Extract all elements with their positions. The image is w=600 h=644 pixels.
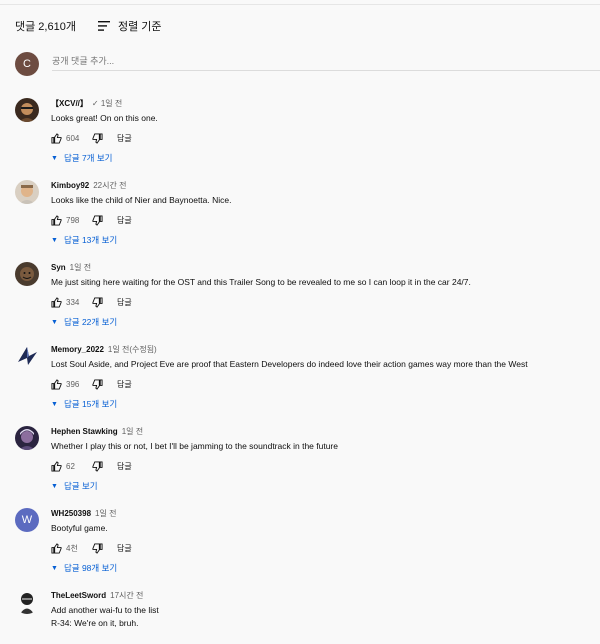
comment-author[interactable]: Syn: [51, 263, 66, 272]
avatar[interactable]: [15, 98, 39, 122]
sort-label: 정렬 기준: [117, 21, 162, 33]
view-replies-button[interactable]: ▼ 답글 보기: [51, 479, 600, 493]
thumbs-up-icon[interactable]: [51, 460, 62, 472]
sort-icon: [97, 21, 110, 31]
avatar[interactable]: [15, 344, 39, 368]
avatar[interactable]: [15, 426, 39, 450]
view-replies-label: 답글 보기: [63, 481, 98, 491]
like-count: 334: [66, 297, 80, 307]
comment-author[interactable]: WH250398: [51, 509, 91, 518]
view-replies-label: 답글 22개 보기: [63, 317, 118, 327]
chevron-down-icon: ▼: [51, 154, 58, 162]
view-replies-label: 답글 13개 보기: [63, 235, 118, 245]
view-replies-label: 답글 15개 보기: [63, 399, 118, 409]
comment-author[interactable]: TheLeetSword: [51, 591, 106, 600]
thumbs-down-icon[interactable]: [92, 460, 103, 472]
view-replies-button[interactable]: ▼ 답글 98개 보기: [51, 561, 600, 575]
thumbs-up-icon[interactable]: [51, 542, 62, 554]
like-count: 798: [66, 215, 80, 225]
chevron-down-icon: ▼: [51, 236, 58, 244]
comment-text: Me just siting here waiting for the OST …: [51, 277, 471, 287]
chevron-down-icon: ▼: [51, 318, 58, 326]
comment-time[interactable]: 1일 전: [70, 262, 91, 273]
thumbs-down-icon[interactable]: [92, 378, 103, 390]
avatar[interactable]: C: [15, 52, 39, 76]
comment-text: Bootyful game.: [51, 523, 108, 533]
reply-button[interactable]: 답글: [117, 297, 132, 308]
comments-section: 댓글 2,610개 정렬 기준 C 【XCV//】 ✓ 1일 전 Looks gr…: [0, 0, 600, 644]
comment-text: R-34: We're on it, bruh.: [51, 618, 139, 628]
chevron-down-icon: ▼: [51, 400, 58, 408]
reply-button[interactable]: 답글: [117, 461, 132, 472]
like-count: 604: [66, 133, 80, 143]
comment-text: Add another wai-fu to the list: [51, 605, 159, 615]
view-replies-button[interactable]: ▼ 답글 13개 보기: [51, 233, 600, 247]
comment-text: Looks great! On on this one.: [51, 113, 158, 123]
comment-time[interactable]: 22시간 전: [93, 180, 126, 191]
comment-text: Lost Soul Aside, and Project Eve are pro…: [51, 359, 528, 369]
avatar[interactable]: [15, 590, 39, 614]
thumbs-down-icon[interactable]: [92, 296, 103, 308]
view-replies-label: 답글 98개 보기: [63, 563, 118, 573]
reply-button[interactable]: 답글: [117, 133, 132, 144]
thumbs-down-icon[interactable]: [92, 542, 103, 554]
divider: [0, 4, 600, 5]
reply-button[interactable]: 답글: [117, 215, 132, 226]
comment-time[interactable]: ✓ 1일 전: [92, 98, 122, 109]
like-count: 4천: [66, 543, 78, 553]
like-count: 62: [66, 461, 75, 471]
view-replies-button[interactable]: ▼ 답글 15개 보기: [51, 397, 600, 411]
comment-author[interactable]: Hephen Stawking: [51, 427, 118, 436]
sort-button[interactable]: 정렬 기준: [97, 18, 162, 34]
comment-author[interactable]: Kimboy92: [51, 181, 89, 190]
comment-time[interactable]: 1일 전: [122, 426, 143, 437]
reply-button[interactable]: 답글: [117, 543, 132, 554]
view-replies-button[interactable]: ▼ 답글 7개 보기: [51, 151, 600, 165]
add-comment-row: C: [15, 52, 600, 76]
thumbs-up-icon[interactable]: [51, 132, 62, 144]
comment-author[interactable]: 【XCV//】: [51, 98, 88, 109]
thumbs-down-icon[interactable]: [92, 132, 103, 144]
chevron-down-icon: ▼: [51, 564, 58, 572]
comments-header: 댓글 2,610개 정렬 기준: [15, 18, 162, 34]
reply-button[interactable]: 답글: [117, 379, 132, 390]
like-count: 396: [66, 379, 80, 389]
thumbs-down-icon[interactable]: [92, 214, 103, 226]
avatar-letter: C: [23, 58, 31, 70]
comment-input[interactable]: [52, 52, 600, 71]
avatar[interactable]: [15, 262, 39, 286]
avatar[interactable]: W: [15, 508, 39, 532]
thumbs-up-icon[interactable]: [51, 214, 62, 226]
chevron-down-icon: ▼: [51, 482, 58, 490]
comment-text: Looks like the child of Nier and Baynoet…: [51, 195, 232, 205]
thumbs-up-icon[interactable]: [51, 378, 62, 390]
view-replies-label: 답글 7개 보기: [63, 153, 113, 163]
comment-author[interactable]: Memory_2022: [51, 345, 104, 354]
comment-time[interactable]: 17시간 전: [110, 590, 143, 601]
comment-count: 댓글 2,610개: [15, 21, 76, 33]
avatar[interactable]: [15, 180, 39, 204]
view-replies-button[interactable]: ▼ 답글 22개 보기: [51, 315, 600, 329]
comment-time[interactable]: 1일 전(수정됨): [108, 344, 157, 355]
comment-time[interactable]: 1일 전: [95, 508, 116, 519]
thumbs-up-icon[interactable]: [51, 296, 62, 308]
comment-text: Whether I play this or not, I bet I'll b…: [51, 441, 338, 451]
avatar-letter: W: [21, 514, 33, 526]
